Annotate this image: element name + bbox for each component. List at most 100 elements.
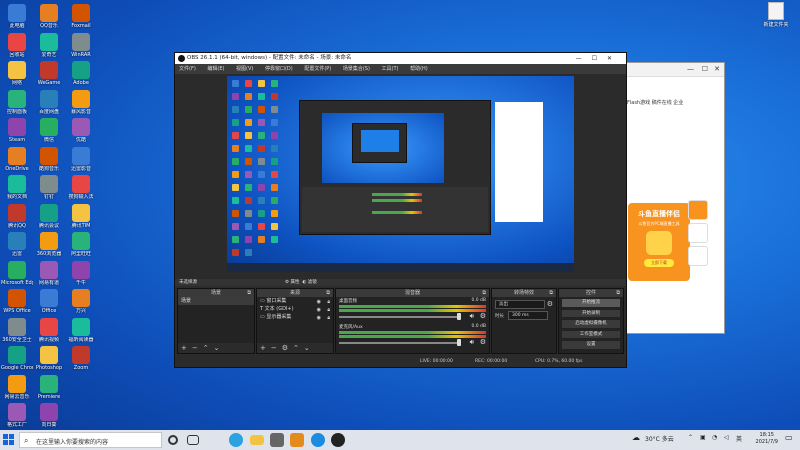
browser-links[interactable]: Flash游戏 稿件在线 企业 [627, 99, 683, 106]
mini-icon [258, 223, 265, 230]
mini-icon [245, 93, 252, 100]
source-item[interactable]: ▭ 窗口采集 ◉ 🔒︎ [257, 297, 333, 305]
close-icon[interactable]: ✕ [607, 55, 622, 62]
maximize-icon[interactable]: ☐ [702, 65, 708, 73]
minimize-icon[interactable]: — [687, 65, 694, 73]
controls-title: 控件 [585, 290, 596, 296]
promo-card[interactable]: 斗鱼直播伴侣 斗鱼官方PC端直播工具 立即下载 [628, 203, 690, 281]
desktop-icon-label: WeGame [37, 80, 61, 86]
speaker-icon[interactable]: 🔊︎ [470, 338, 474, 347]
gear-icon[interactable]: ⚙ [480, 312, 486, 320]
eye-icon[interactable]: ◉ [317, 314, 321, 322]
volume-meter [339, 309, 486, 312]
gear-icon[interactable]: ⚙ [480, 338, 486, 346]
dock-menu-icon[interactable]: ⧉ [326, 289, 330, 297]
speaker-icon[interactable]: 🔊︎ [470, 312, 474, 321]
studio-mode-button[interactable]: 工作室模式 [561, 329, 621, 339]
dock-menu-icon[interactable]: ⧉ [482, 289, 486, 297]
app-icon [40, 232, 58, 250]
start-streaming-button[interactable]: 开始推流 [561, 298, 621, 308]
up-icon[interactable]: ⌃ [293, 344, 299, 352]
volume-knob[interactable] [457, 339, 461, 346]
app-icon [72, 203, 90, 222]
store-icon[interactable] [270, 433, 284, 447]
add-icon[interactable]: + [260, 344, 266, 352]
mini-icon [245, 171, 252, 178]
menu-help[interactable]: 帮助(H) [410, 66, 428, 72]
up-icon[interactable]: ⌃ [203, 344, 209, 352]
source-item[interactable]: T 文本 (GDI+) ◉ 🔒︎ [257, 305, 333, 313]
menu-file[interactable]: 文件(F) [179, 66, 196, 72]
network-icon[interactable]: ▣ [700, 434, 706, 441]
minimize-icon[interactable]: — [576, 55, 592, 62]
menu-profile[interactable]: 配置文件(P) [304, 66, 331, 72]
preview-canvas[interactable] [227, 76, 574, 272]
app-icon [40, 346, 58, 364]
desktop-icon-label: 新建文件夹 [763, 22, 789, 28]
clock[interactable]: 18:15 2021/7/9 [756, 432, 778, 446]
mini-icon [258, 119, 265, 126]
volume-knob[interactable] [457, 313, 461, 320]
remove-icon[interactable]: − [271, 344, 277, 352]
scenes-title: 场景 [210, 290, 221, 296]
task-view-icon[interactable] [187, 435, 199, 445]
windows-start-icon[interactable] [3, 434, 15, 446]
properties-button[interactable]: ⚙ 属性 [285, 280, 299, 285]
home-icon[interactable] [688, 223, 708, 243]
menu-edit[interactable]: 编辑(E) [207, 66, 224, 72]
download-button[interactable]: 立即下载 [644, 259, 674, 267]
gear-icon[interactable]: ⚙ [282, 344, 288, 352]
start-recording-button[interactable]: 开始录制 [561, 308, 621, 318]
settings-button[interactable]: 设置 [561, 340, 621, 350]
notification-icon[interactable]: ▭ [785, 433, 793, 442]
dock-menu-icon[interactable]: ⧉ [616, 289, 620, 297]
wifi-icon[interactable]: ◔ [712, 434, 717, 441]
source-item[interactable]: ▭ 显示器采集 ◉ 🔒︎ [257, 313, 333, 321]
volume-slider[interactable] [339, 342, 461, 344]
filters-button[interactable]: ◐ 滤镜 [302, 280, 316, 285]
app-icon [40, 260, 58, 279]
tray-expand-icon[interactable]: ⌃ [688, 434, 693, 441]
browser-icon[interactable] [311, 433, 325, 447]
virtual-camera-button[interactable]: 启动虚拟摄像机 [561, 319, 621, 329]
menu-docks[interactable]: 停靠窗口(D) [265, 66, 293, 72]
taskbar-search-box[interactable]: ⌕ 在这里输入你要搜索的内容 [19, 432, 162, 448]
weather-text[interactable]: 30°C 多云 [645, 434, 674, 443]
duration-input[interactable]: 300 ms [508, 311, 548, 320]
time-text: 18:15 [759, 432, 774, 438]
edge-icon[interactable] [229, 433, 243, 447]
dock-menu-icon[interactable]: ⧉ [247, 289, 251, 297]
menu-view[interactable]: 视图(V) [236, 66, 253, 72]
volume-icon[interactable]: ◁ [724, 434, 729, 441]
play-icon[interactable] [688, 200, 708, 220]
transition-select[interactable]: 淡出 [495, 300, 545, 309]
desktop-icon-label: 360安全卫士 [2, 336, 32, 343]
app-icon[interactable] [290, 433, 304, 447]
menu-tools[interactable]: 工具(T) [382, 66, 399, 72]
apps-icon[interactable] [688, 246, 708, 266]
ime-indicator[interactable]: 英 [736, 434, 742, 443]
obs-window[interactable]: OBS 26.1.1 (64-bit, windows) - 配置文件: 未命名… [174, 52, 627, 368]
taskbar: ⌕ 在这里输入你要搜索的内容 ☁ 30°C 多云 ⌃ ▣ ◔ ◁ 英 18:15… [0, 430, 800, 450]
obs-icon[interactable] [331, 433, 345, 447]
maximize-icon[interactable]: ☐ [592, 55, 607, 62]
cloud-icon: ☁ [632, 433, 640, 442]
menu-scene-collection[interactable]: 场景集合(S) [343, 66, 370, 72]
volume-slider[interactable] [339, 316, 461, 318]
cortana-icon[interactable] [168, 435, 178, 445]
desktop-icon-new-folder[interactable]: 新建文件夹 [760, 2, 792, 32]
gear-icon[interactable]: ⚙ [547, 300, 553, 308]
file-explorer-icon[interactable] [250, 435, 264, 445]
desktop-icon[interactable]: Zoom [65, 344, 97, 380]
close-icon[interactable]: ✕ [714, 65, 720, 73]
down-icon[interactable]: ⌄ [304, 344, 310, 352]
app-icon [40, 61, 58, 79]
dock-menu-icon[interactable]: ⧉ [549, 289, 553, 297]
live-time: LIVE: 00:00:00 [420, 359, 453, 364]
down-icon[interactable]: ⌄ [214, 344, 220, 352]
lock-icon[interactable]: 🔒︎ [327, 314, 330, 322]
remove-icon[interactable]: − [192, 344, 198, 352]
mini-icon [232, 132, 239, 139]
scene-item[interactable]: 场景 [178, 297, 254, 305]
add-icon[interactable]: + [181, 344, 187, 352]
